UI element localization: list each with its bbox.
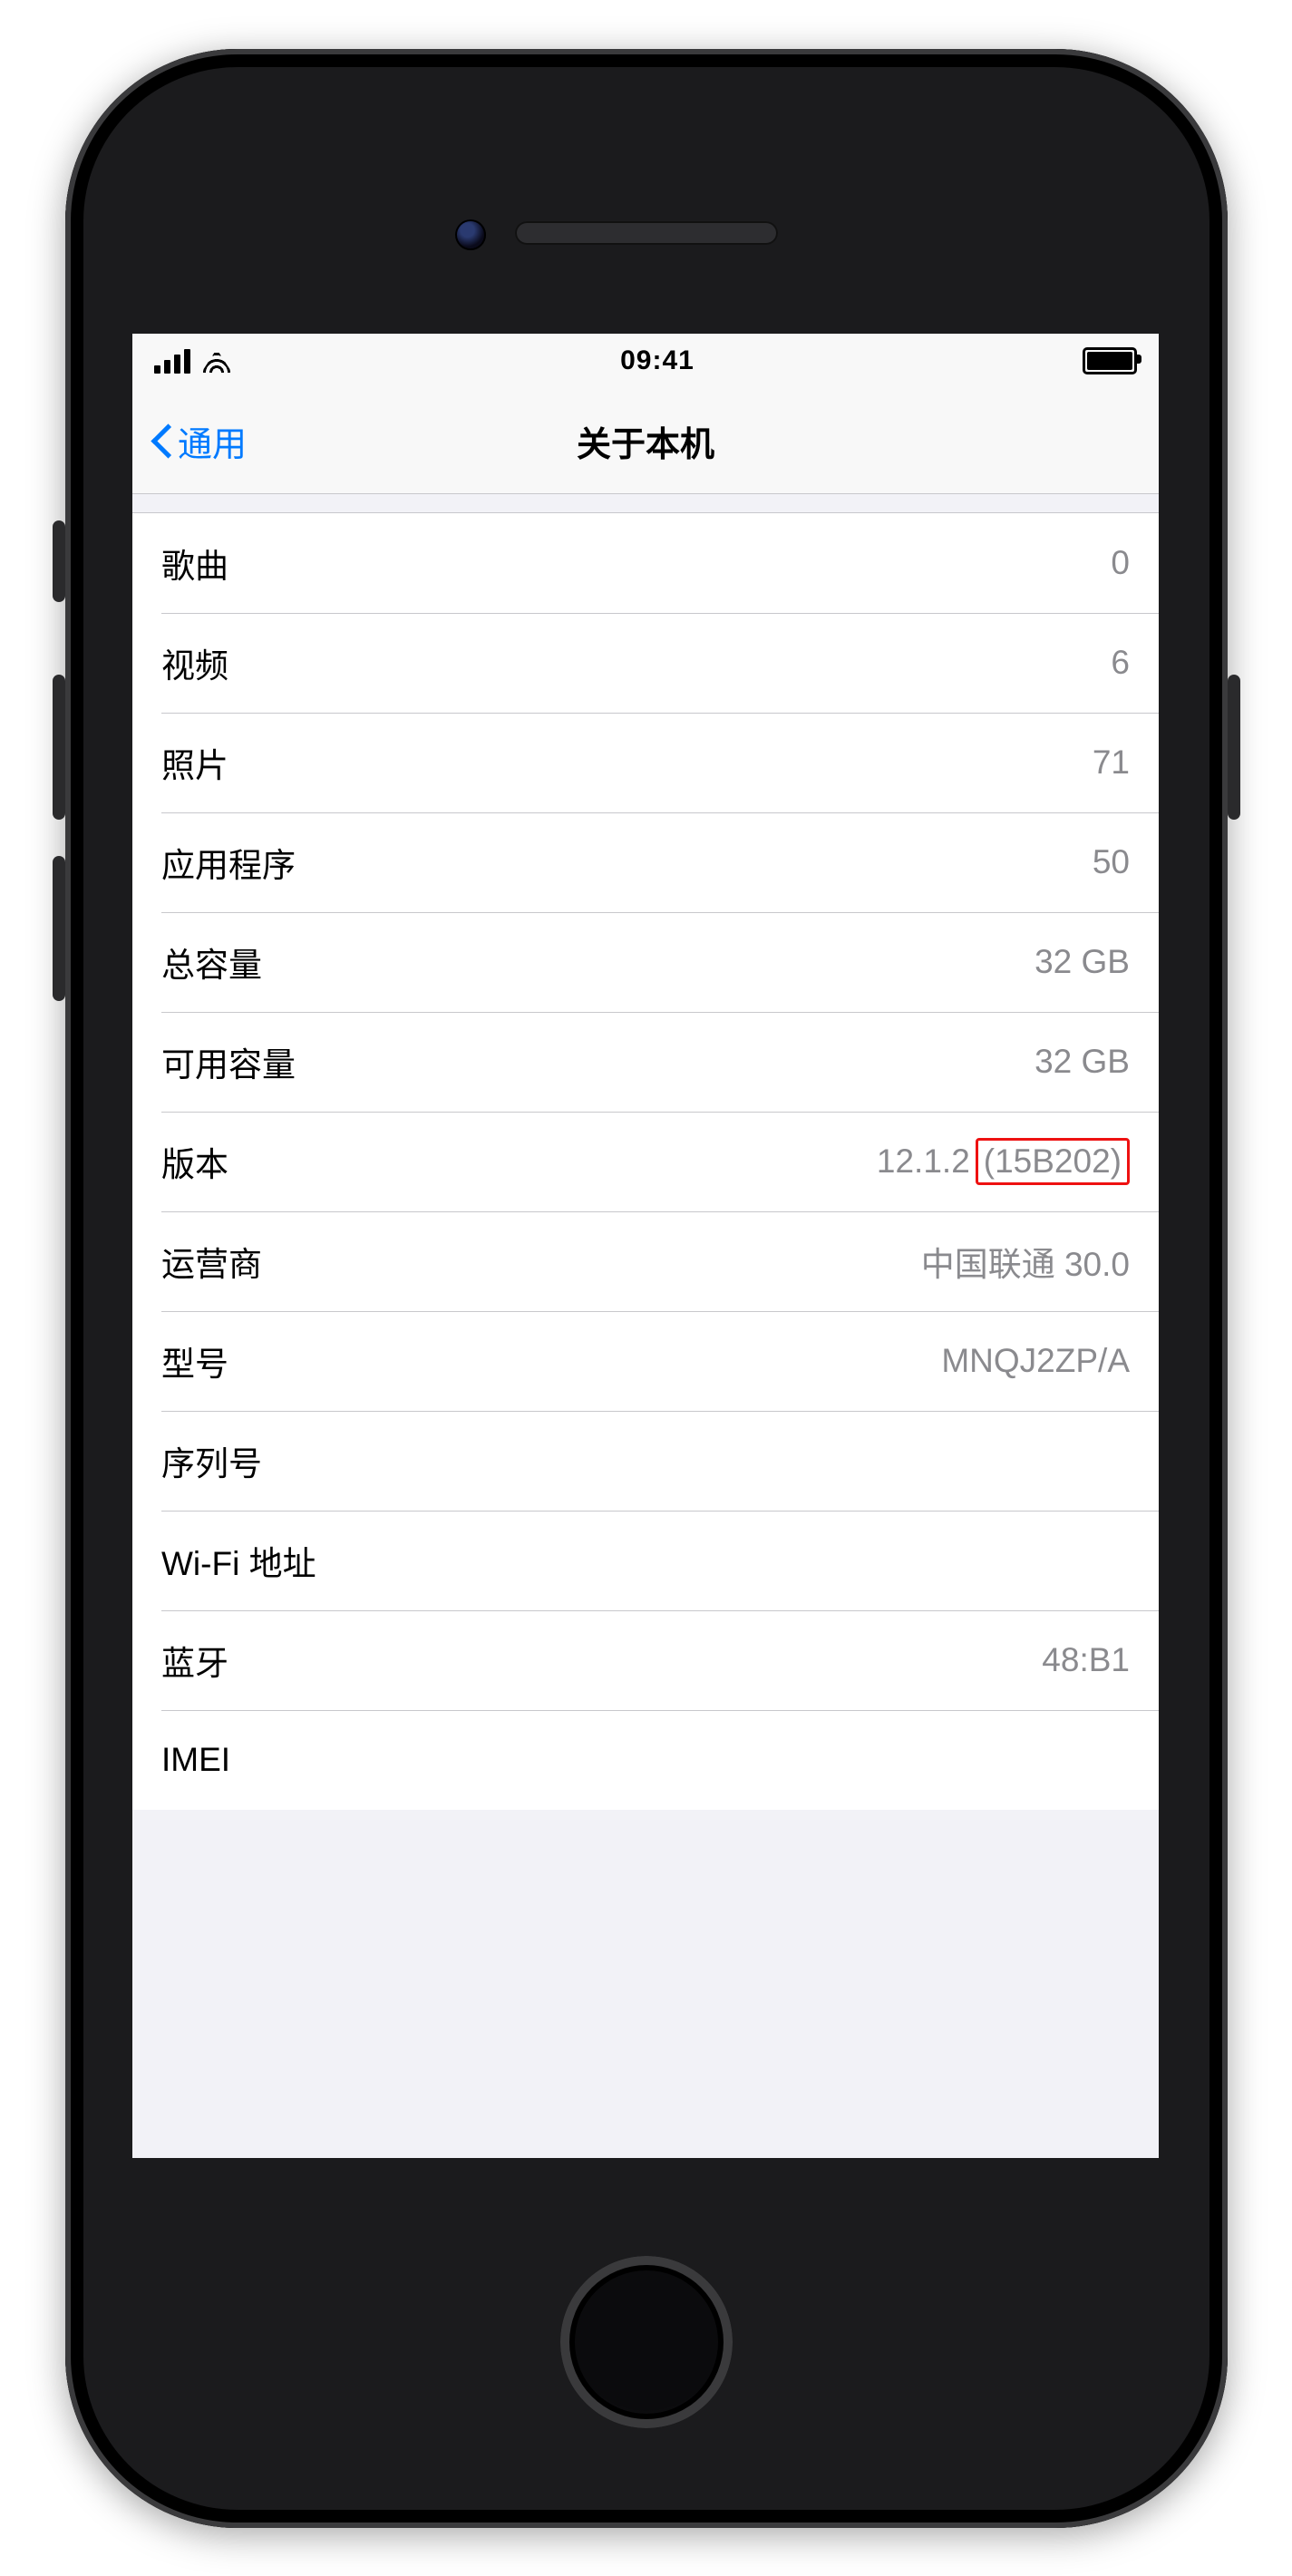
- wifi-icon: [201, 349, 232, 373]
- row-label: 序列号: [161, 1436, 262, 1485]
- back-button[interactable]: 通用: [141, 388, 256, 493]
- row-bluetooth[interactable]: 蓝牙 48:B1: [132, 1610, 1159, 1710]
- row-label: Wi-Fi 地址: [161, 1536, 316, 1585]
- row-serial[interactable]: 序列号: [132, 1411, 1159, 1511]
- battery-icon: [1083, 347, 1137, 374]
- row-value: 中国联通 30.0: [921, 1237, 1130, 1286]
- row-value: 32 GB: [1035, 943, 1130, 981]
- front-camera: [455, 219, 486, 250]
- row-model[interactable]: 型号 MNQJ2ZP/A: [132, 1311, 1159, 1411]
- power-button: [1228, 675, 1240, 820]
- home-button[interactable]: [560, 2256, 733, 2428]
- row-value: 48:B1: [1042, 1641, 1130, 1679]
- cellular-signal-icon: [154, 349, 190, 374]
- row-carrier[interactable]: 运营商 中国联通 30.0: [132, 1211, 1159, 1311]
- row-label: 蓝牙: [161, 1636, 228, 1685]
- navigation-bar: 通用 关于本机: [132, 388, 1159, 494]
- row-label: 总容量: [161, 938, 262, 987]
- status-bar: 09:41: [132, 334, 1159, 388]
- mute-switch: [53, 520, 65, 602]
- row-value: 6: [1111, 644, 1130, 682]
- row-label: IMEI: [161, 1741, 230, 1779]
- row-label: 歌曲: [161, 539, 228, 588]
- row-imei[interactable]: IMEI: [132, 1710, 1159, 1810]
- page-title: 关于本机: [577, 416, 714, 466]
- row-videos[interactable]: 视频 6: [132, 613, 1159, 713]
- row-songs[interactable]: 歌曲 0: [132, 513, 1159, 613]
- version-number: 12.1.2: [877, 1142, 970, 1181]
- back-label: 通用: [178, 416, 247, 466]
- row-label: 照片: [161, 738, 228, 787]
- row-label: 可用容量: [161, 1037, 296, 1086]
- row-value: 50: [1093, 843, 1130, 881]
- row-apps[interactable]: 应用程序 50: [132, 812, 1159, 912]
- row-photos[interactable]: 照片 71: [132, 713, 1159, 812]
- row-value: 71: [1093, 744, 1130, 782]
- volume-up-button: [53, 675, 65, 820]
- row-label: 应用程序: [161, 838, 296, 887]
- row-label: 型号: [161, 1337, 228, 1385]
- row-label: 运营商: [161, 1237, 262, 1286]
- row-label: 视频: [161, 638, 228, 687]
- row-value: 12.1.2 (15B202): [877, 1138, 1130, 1185]
- row-value: 0: [1111, 544, 1130, 582]
- row-version[interactable]: 版本 12.1.2 (15B202): [132, 1112, 1159, 1211]
- screen: 09:41 通用 关于本机 歌曲 0 视频 6: [132, 334, 1159, 2158]
- row-value: 32 GB: [1035, 1043, 1130, 1081]
- volume-down-button: [53, 856, 65, 1001]
- row-label: 版本: [161, 1137, 228, 1186]
- status-time: 09:41: [620, 345, 695, 376]
- about-list: 歌曲 0 视频 6 照片 71 应用程序 50 总容量 32 GB: [132, 512, 1159, 1810]
- device-frame: 09:41 通用 关于本机 歌曲 0 视频 6: [65, 49, 1228, 2528]
- build-number-highlight: (15B202): [976, 1138, 1130, 1185]
- chevron-left-icon: [151, 423, 174, 458]
- row-total-capacity[interactable]: 总容量 32 GB: [132, 912, 1159, 1012]
- row-available-capacity[interactable]: 可用容量 32 GB: [132, 1012, 1159, 1112]
- earpiece-speaker: [515, 221, 778, 245]
- row-wifi-address[interactable]: Wi-Fi 地址: [132, 1511, 1159, 1610]
- row-value: MNQJ2ZP/A: [941, 1342, 1130, 1380]
